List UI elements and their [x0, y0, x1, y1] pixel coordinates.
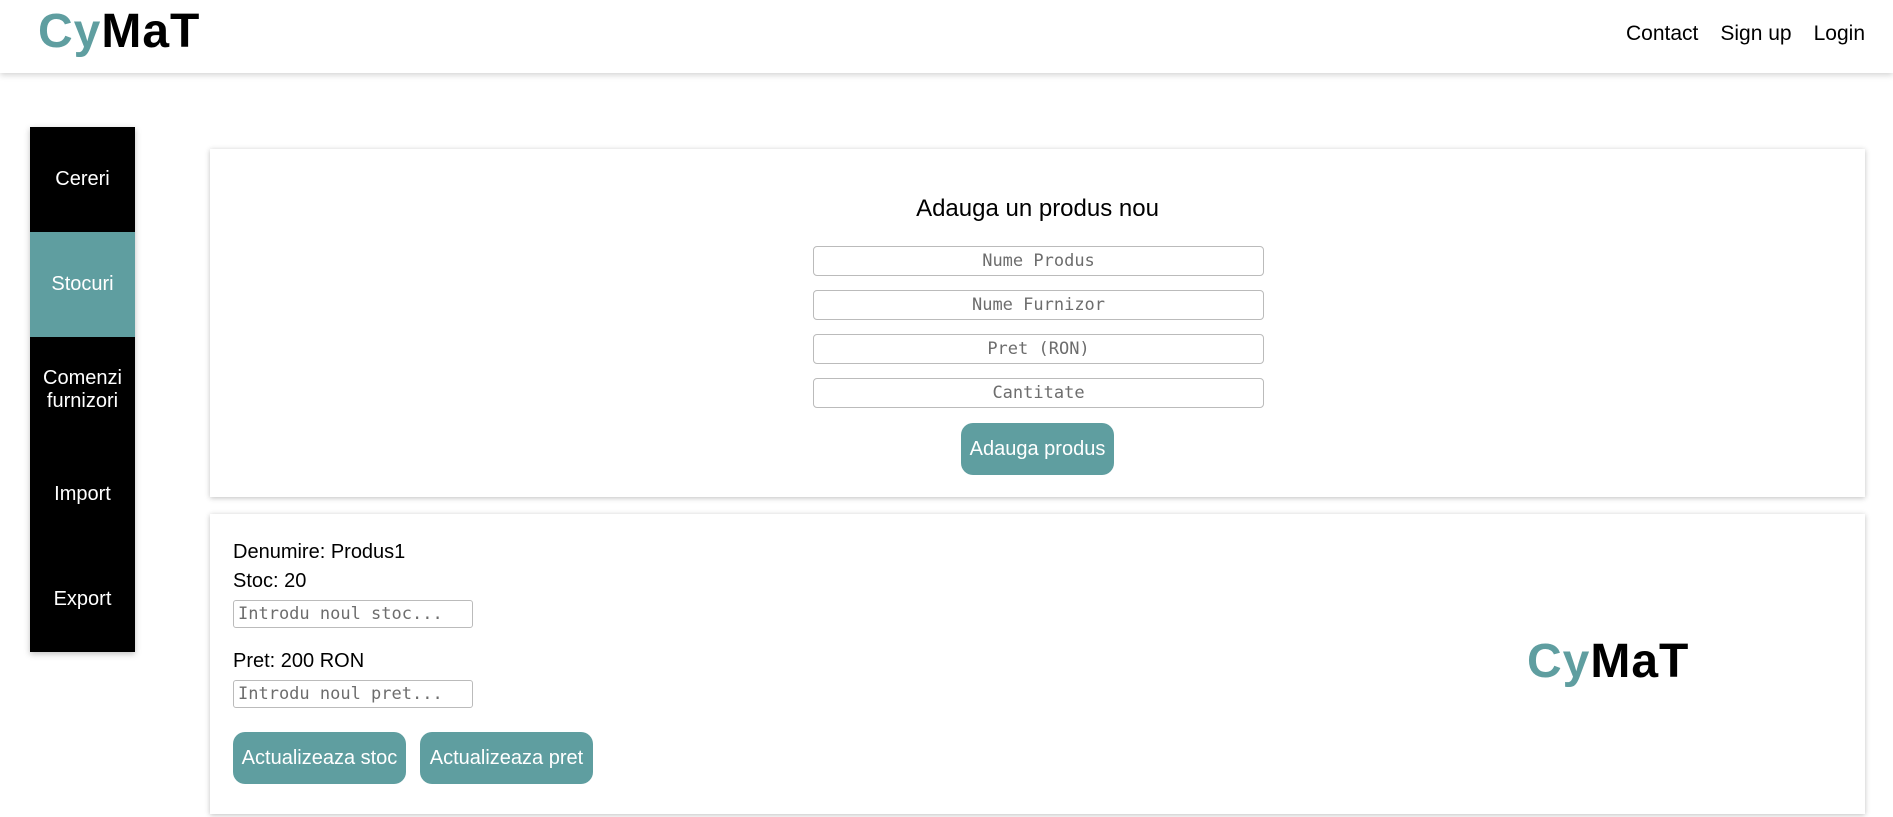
new-price-input[interactable] — [233, 680, 473, 708]
sidebar-menu: Cereri Stocuri Comenzi furnizori Import … — [30, 127, 135, 652]
sidebar-item-comenzi-furnizori[interactable]: Comenzi furnizori — [30, 337, 135, 442]
product-logo-mat: MaT — [1590, 635, 1690, 688]
update-price-button[interactable]: Actualizeaza pret — [420, 732, 593, 784]
product-logo-cy: Cy — [1527, 635, 1591, 688]
site-logo[interactable]: CyMaT — [38, 6, 200, 58]
nav-login-link[interactable]: Login — [1814, 22, 1865, 46]
supplier-name-input[interactable] — [813, 290, 1264, 320]
product-price: Pret: 200 RON — [233, 650, 365, 672]
price-input[interactable] — [813, 334, 1264, 364]
top-nav-links: Contact Sign up Login — [1626, 22, 1865, 46]
nav-signup-link[interactable]: Sign up — [1720, 22, 1791, 46]
sidebar-item-import[interactable]: Import — [30, 442, 135, 547]
product-logo: CyMaT — [1527, 636, 1689, 688]
product-name-input[interactable] — [813, 246, 1264, 276]
update-stock-button[interactable]: Actualizeaza stoc — [233, 732, 406, 784]
sidebar-item-export[interactable]: Export — [30, 547, 135, 652]
sidebar-item-stocuri[interactable]: Stocuri — [30, 232, 135, 337]
product-card: Denumire: Produs1 Stoc: 20 Pret: 200 RON… — [210, 514, 1865, 814]
product-stock: Stoc: 20 — [233, 570, 307, 592]
add-product-button[interactable]: Adauga produs — [961, 423, 1114, 475]
new-stock-input[interactable] — [233, 600, 473, 628]
add-product-title: Adauga un produs nou — [916, 195, 1159, 222]
quantity-input[interactable] — [813, 378, 1264, 408]
sidebar-item-cereri[interactable]: Cereri — [30, 127, 135, 232]
top-navbar: CyMaT Contact Sign up Login — [0, 0, 1893, 73]
nav-contact-link[interactable]: Contact — [1626, 22, 1698, 46]
product-name: Denumire: Produs1 — [233, 541, 406, 563]
logo-cy: Cy — [38, 5, 102, 58]
logo-mat: MaT — [101, 5, 201, 58]
add-product-card: Adauga un produs nou Adauga produs — [210, 149, 1865, 497]
